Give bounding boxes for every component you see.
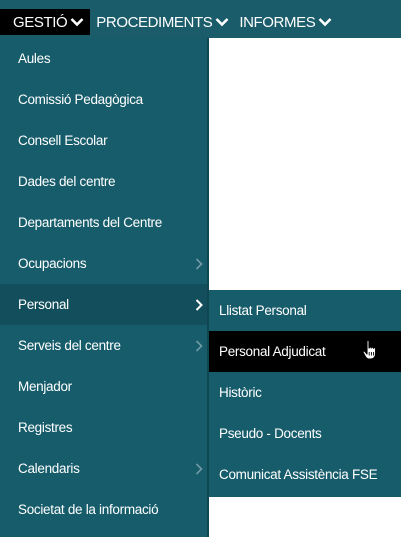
menu-item-label: Comissió Pedagògica	[18, 92, 143, 107]
menu-item-calendaris[interactable]: Calendaris	[0, 448, 207, 489]
submenu-item-historic[interactable]: Històric	[209, 372, 401, 413]
menu-item-serveis-del-centre[interactable]: Serveis del centre	[0, 325, 207, 366]
menu-item-societat-de-la-informacio[interactable]: Societat de la informació	[0, 489, 207, 530]
menu-item-departaments[interactable]: Departaments del Centre	[0, 202, 207, 243]
menu-item-label: Registres	[18, 420, 73, 435]
menu-item-label: Dades del centre	[18, 174, 116, 189]
menu-item-label: Ocupacions	[18, 256, 87, 271]
submenu-item-label: Comunicat Assistència FSE	[219, 467, 378, 482]
nav-gestio[interactable]: GESTIÓ	[0, 9, 91, 35]
menu-item-dades-del-centre[interactable]: Dades del centre	[0, 161, 207, 202]
chevron-right-icon	[195, 257, 203, 270]
submenu-item-llistat-personal[interactable]: Llistat Personal	[209, 290, 401, 331]
chevron-right-icon	[195, 339, 203, 352]
chevron-right-icon	[195, 298, 203, 311]
menu-item-label: Serveis del centre	[18, 338, 121, 353]
chevron-down-icon	[318, 18, 332, 27]
nav-informes[interactable]: INFORMES	[233, 9, 336, 35]
submenu-item-comunicat-assistencia-fse[interactable]: Comunicat Assistència FSE	[209, 454, 401, 495]
nav-procediments[interactable]: PROCEDIMENTS	[90, 9, 233, 35]
menu-item-label: Consell Escolar	[18, 133, 108, 148]
nav-informes-label: INFORMES	[239, 13, 316, 31]
top-navigation-bar: GESTIÓ PROCEDIMENTS INFORMES	[0, 0, 401, 38]
menu-item-label: Societat de la informació	[18, 502, 159, 517]
menu-item-label: Menjador	[18, 379, 72, 394]
nav-gestio-label: GESTIÓ	[13, 13, 68, 31]
submenu-item-label: Històric	[219, 385, 262, 400]
menu-item-registres[interactable]: Registres	[0, 407, 207, 448]
menu-item-consell-escolar[interactable]: Consell Escolar	[0, 120, 207, 161]
chevron-right-icon	[195, 462, 203, 475]
menu-item-menjador[interactable]: Menjador	[0, 366, 207, 407]
menu-item-label: Aules	[18, 51, 51, 66]
submenu-item-pseudo-docents[interactable]: Pseudo - Docents	[209, 413, 401, 454]
menu-item-label: Departaments del Centre	[18, 215, 162, 230]
submenu-item-label: Personal Adjudicat	[219, 344, 326, 359]
submenu-item-label: Pseudo - Docents	[219, 426, 322, 441]
chevron-down-icon	[70, 18, 84, 27]
menu-item-ocupacions[interactable]: Ocupacions	[0, 243, 207, 284]
submenu-item-label: Llistat Personal	[219, 303, 307, 318]
gestio-dropdown-menu: Aules Comissió Pedagògica Consell Escola…	[0, 38, 209, 537]
menu-item-label: Calendaris	[18, 461, 80, 476]
hand-pointer-icon	[362, 339, 377, 360]
menu-item-label: Personal	[18, 297, 69, 312]
personal-submenu: Llistat Personal Personal Adjudicat Hist…	[209, 290, 401, 497]
submenu-item-personal-adjudicat[interactable]: Personal Adjudicat	[209, 331, 401, 372]
chevron-down-icon	[215, 18, 229, 27]
menu-item-aules[interactable]: Aules	[0, 38, 207, 79]
menu-item-comissio-pedagogica[interactable]: Comissió Pedagògica	[0, 79, 207, 120]
nav-procediments-label: PROCEDIMENTS	[96, 13, 213, 31]
menu-item-personal[interactable]: Personal	[0, 284, 207, 325]
